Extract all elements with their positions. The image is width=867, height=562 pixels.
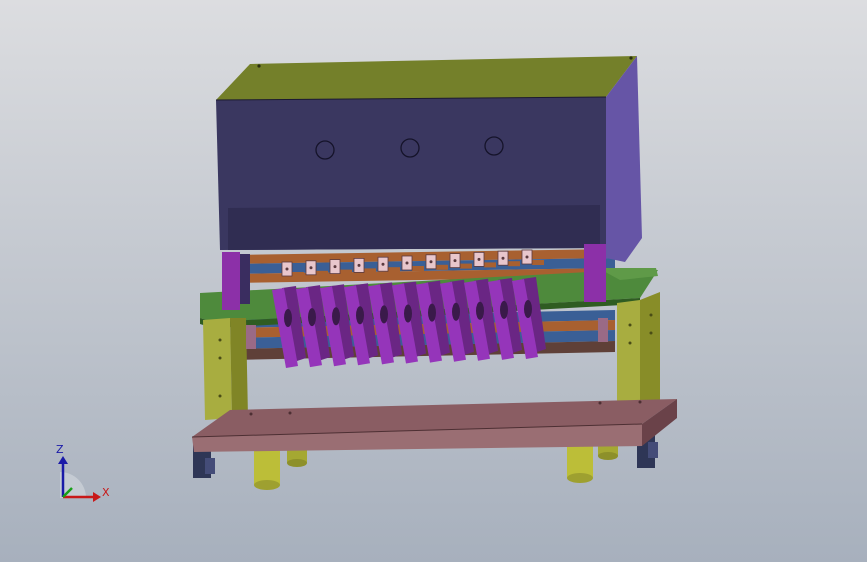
cad-viewport[interactable]: Z X xyxy=(0,0,867,562)
z-axis-label: Z xyxy=(56,443,64,456)
cad-assembly-model[interactable] xyxy=(0,0,867,562)
housing xyxy=(215,56,642,262)
x-axis-label: X xyxy=(102,486,110,499)
finger-array xyxy=(272,277,546,368)
